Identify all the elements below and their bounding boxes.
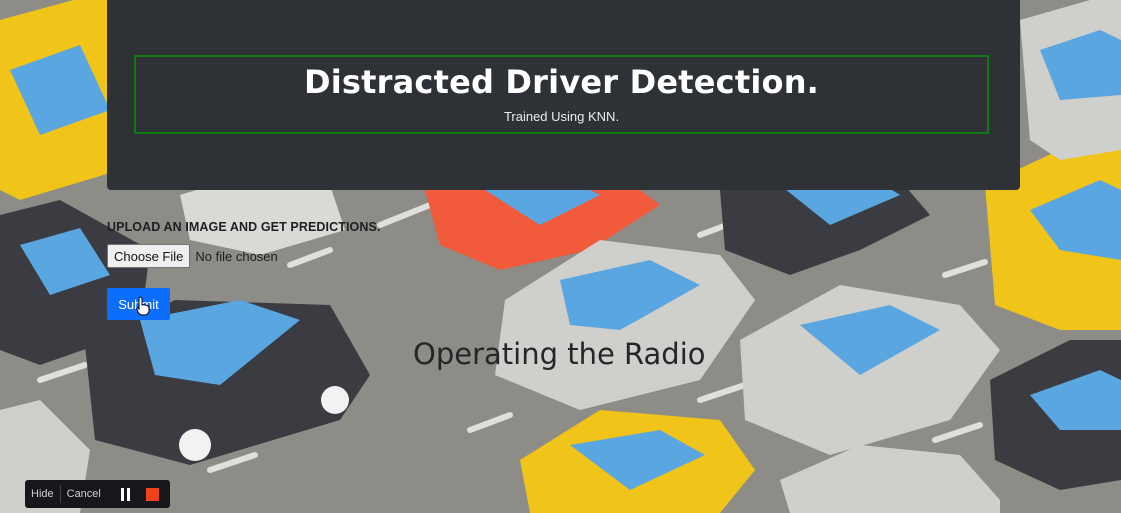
file-input[interactable]: Choose File No file chosen [107,244,278,268]
cancel-button[interactable]: Cancel [61,488,107,500]
choose-file-button[interactable]: Choose File [107,244,191,268]
mouse-pointer-icon [136,296,150,316]
stop-icon[interactable] [145,487,159,501]
upload-instruction-label: UPLOAD AN IMAGE AND GET PREDICTIONS. [107,220,381,234]
screen-recorder-toolbar: Hide Cancel [25,480,170,508]
title-box: Distracted Driver Detection. Trained Usi… [134,55,989,134]
page-subtitle: Trained Using KNN. [503,109,620,124]
header-jumbotron: Distracted Driver Detection. Trained Usi… [107,0,1020,190]
hide-button[interactable]: Hide [25,488,60,500]
pause-icon[interactable] [120,487,130,501]
page-title: Distracted Driver Detection. [303,63,820,101]
file-status-text: No file chosen [195,248,278,264]
prediction-result: Operating the Radio [413,337,706,371]
